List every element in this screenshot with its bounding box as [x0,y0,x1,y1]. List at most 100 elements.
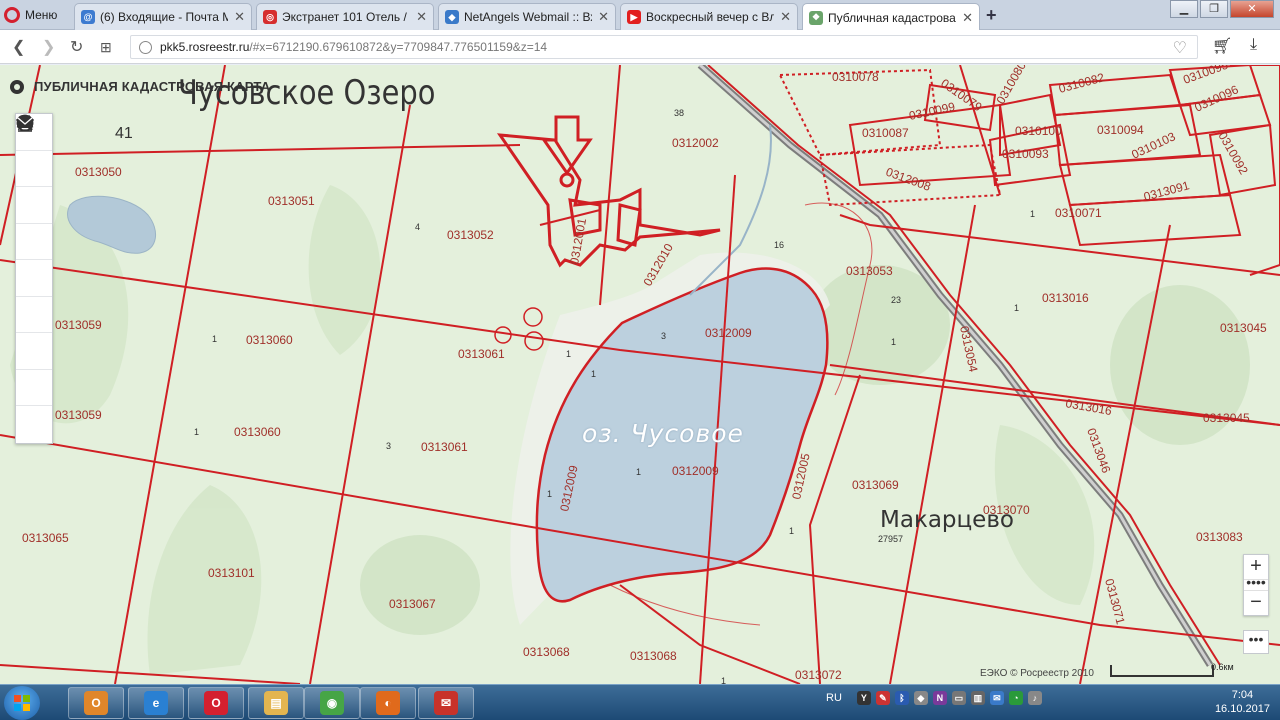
parcel-small-label: 3 [661,331,666,341]
parcel-number-label: 0312009 [705,326,752,340]
maximize-button[interactable]: ❐ [1200,0,1228,18]
gauge-icon[interactable]: ◔ [1008,691,1023,705]
onenote-icon[interactable]: N [932,691,947,705]
pencil-tray-icon[interactable]: ✎ [875,691,890,705]
url-domain: pkk5.rosreestr.ru [160,40,250,54]
survey-circle [494,326,512,344]
mail-tray-icon[interactable]: ✉ [989,691,1004,705]
globe-icon [139,40,152,54]
print-icon[interactable] [16,116,52,370]
parcel-number-label: 0313059 [55,318,102,332]
downloads-icon[interactable]: ⤓ [1250,36,1257,54]
email-client-icon: ✉ [434,691,458,715]
parcel-number-label: 0313016 [1042,291,1089,305]
reload-icon[interactable]: ↻ [70,37,83,57]
outlook-taskbar-button[interactable]: O [68,687,124,719]
windows-logo-icon [14,695,30,711]
shopping-cart-icon[interactable]: 🛒︎ [1212,36,1232,56]
chrome-taskbar-button[interactable]: ◉ [304,687,360,719]
tab-favicon-icon: ▶ [627,10,641,24]
opera-taskbar-button[interactable]: O [188,687,244,719]
layers-icon[interactable] [16,115,52,224]
tab-title: NetAngels Webmail :: Вход [464,10,592,24]
tab-close-icon[interactable]: ✕ [416,9,427,25]
zoom-slider[interactable]: •••• [1244,575,1268,591]
back-icon[interactable]: ❮ [12,37,25,57]
forward-icon[interactable]: ❯ [42,37,55,57]
map-canvas[interactable]: 0313050 0313051 0313052 0313059 0313060 03130… [0,65,1280,684]
cadastral-map[interactable]: 0313050 0313051 0313052 0313059 0313060 03130… [0,65,1280,684]
settlement-name-label: Чусовское Озеро [178,73,436,113]
clock[interactable]: 7:04 16.10.2017 [1215,688,1270,716]
parcel-number-label: 0313068 [523,645,570,659]
clock-time: 7:04 [1231,689,1254,701]
star-icon[interactable] [16,115,52,333]
browser-tab[interactable]: @ (6) Входящие - Почта Ma ✕ [74,3,252,30]
village-name-label: Макарцево [880,507,1014,533]
browser-tab[interactable]: ▶ Воскресный вечер с Влад ✕ [620,3,798,30]
map-toolbar: ? [15,113,53,444]
browser-tab-strip: Меню @ (6) Входящие - Почта Ma ✕ ◎ Экстранет… [0,0,1280,31]
url-field[interactable]: pkk5.rosreestr.ru /#x=6712190.679610872&… [130,35,1198,59]
parcel-small-label: 23 [891,295,901,305]
browser-tab[interactable]: ◎ Экстранет 101 Отель / Бр ✕ [256,3,434,30]
parcel-number-label: 0313067 [389,597,436,611]
tab-favicon-icon: ◆ [445,10,459,24]
more-options-button[interactable]: ••• [1243,630,1269,654]
parcel-number-label: 0313053 [846,264,893,278]
scale-bar [1110,665,1214,677]
parcel-small-label: 4 [415,222,420,232]
parcel-small-label: 38 [674,108,684,118]
opera-logo-icon [4,7,20,23]
zoom-out-button[interactable]: − [1244,591,1268,615]
close-window-button[interactable]: ✕ [1230,0,1274,18]
parcel-number-label: 0313068 [630,649,677,663]
parcel-number-label: 0310078 [832,70,879,84]
parcel-number-label: 0313052 [447,228,494,242]
chrome-icon: ◉ [320,691,344,715]
parcel-number-label: 0313069 [852,478,899,492]
bookmark-heart-icon[interactable]: ♡ [1173,38,1187,58]
monitor-icon[interactable]: ▭ [951,691,966,705]
start-button[interactable] [4,686,40,720]
location-arrow-marker [541,115,593,188]
language-indicator[interactable]: RU [826,691,842,705]
outlook-icon: O [84,691,108,715]
new-tab-button[interactable]: + [986,5,997,26]
parcel-number-label: 0313060 [234,425,281,439]
parcel-number-label: 0313054 [957,325,980,374]
info-icon[interactable] [16,114,52,187]
pencil-icon[interactable] [16,116,52,260]
browser-tab[interactable]: ◆ NetAngels Webmail :: Вход ✕ [438,3,616,30]
parcel-small-label: 1 [789,526,794,536]
tab-title: Экстранет 101 Отель / Бр [282,10,410,24]
browser-tab[interactable]: ❖ Публичная кадастровая к ✕ [802,3,980,31]
firefox-taskbar-button[interactable]: ◐ [360,687,416,719]
browser-menu-button[interactable]: Меню [4,4,57,26]
tab-close-icon[interactable]: ✕ [780,9,791,25]
tab-favicon-icon: ◎ [263,10,277,24]
yandex-icon[interactable]: Y [856,691,871,705]
parcel-number-label: 0313050 [75,165,122,179]
volume-icon[interactable]: ♪ [1027,691,1042,705]
tab-close-icon[interactable]: ✕ [234,9,245,25]
copyright-text: ЕЭКО © Росреестр 2010 [980,668,1094,679]
internet-explorer-taskbar-button[interactable]: e [128,687,184,719]
parcel-small-label: 1 [1014,303,1019,313]
tab-close-icon[interactable]: ✕ [962,10,973,26]
mail-icon[interactable] [16,117,52,443]
network-icon[interactable]: ▥ [970,691,985,705]
opera-icon: O [204,691,228,715]
parcel-small-label: 27957 [878,534,903,544]
notification-icon[interactable]: ◆ [913,691,928,705]
tab-close-icon[interactable]: ✕ [598,9,609,25]
bluetooth-icon[interactable]: ᛒ [894,691,909,705]
file-explorer-taskbar-button[interactable]: ▤ [248,687,304,719]
email-client-taskbar-button[interactable]: ✉ [418,687,474,719]
help-icon[interactable]: ? [16,114,52,406]
edit-measure-icon[interactable] [16,114,52,297]
minimize-button[interactable]: ▁ [1170,0,1198,18]
parcel-number-label: 0313051 [268,194,315,208]
parcel-number-label: 0313091 [1142,178,1191,204]
speed-dial-icon[interactable]: ⊞ [100,39,112,56]
